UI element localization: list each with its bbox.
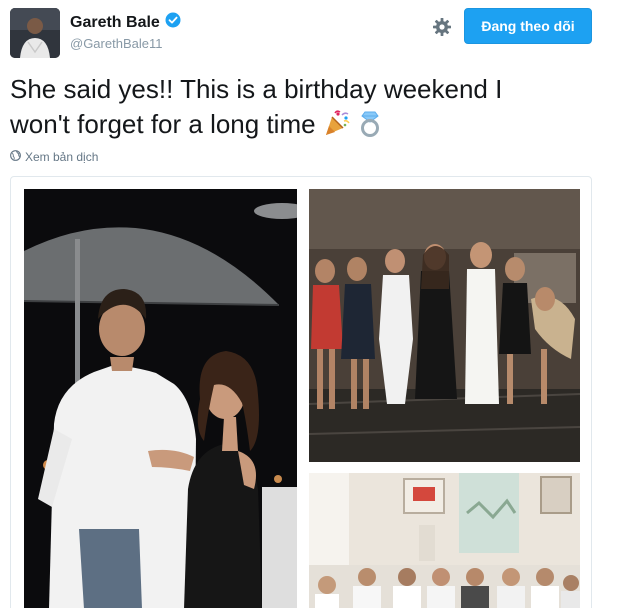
author-name-row[interactable]: Gareth Bale [70,12,181,33]
following-button[interactable]: Đang theo dõi [464,8,592,44]
user-handle[interactable]: @GarethBale11 [70,36,162,51]
globe-icon [10,150,21,164]
tweet-text-line-2: won't forget for a long time [10,107,600,146]
avatar[interactable] [10,8,60,58]
display-name[interactable]: Gareth Bale [70,14,160,32]
gear-icon[interactable] [432,17,452,37]
verified-badge-icon [165,12,181,33]
tweet-text-line-2-text: won't forget for a long time [10,109,316,139]
translate-label[interactable]: Xem bản dịch [25,150,98,164]
photo-group-men[interactable] [309,473,580,608]
photo-couple[interactable] [24,189,297,608]
tweet-text-line-1: She said yes!! This is a birthday weeken… [10,74,503,104]
ring-icon [358,109,382,146]
media-grid [10,176,592,608]
photo-group-women[interactable] [309,189,580,462]
translate-link[interactable]: Xem bản dịch [10,150,98,164]
tweet-text: She said yes!! This is a birthday weeken… [10,72,600,146]
party-popper-icon [323,109,351,146]
